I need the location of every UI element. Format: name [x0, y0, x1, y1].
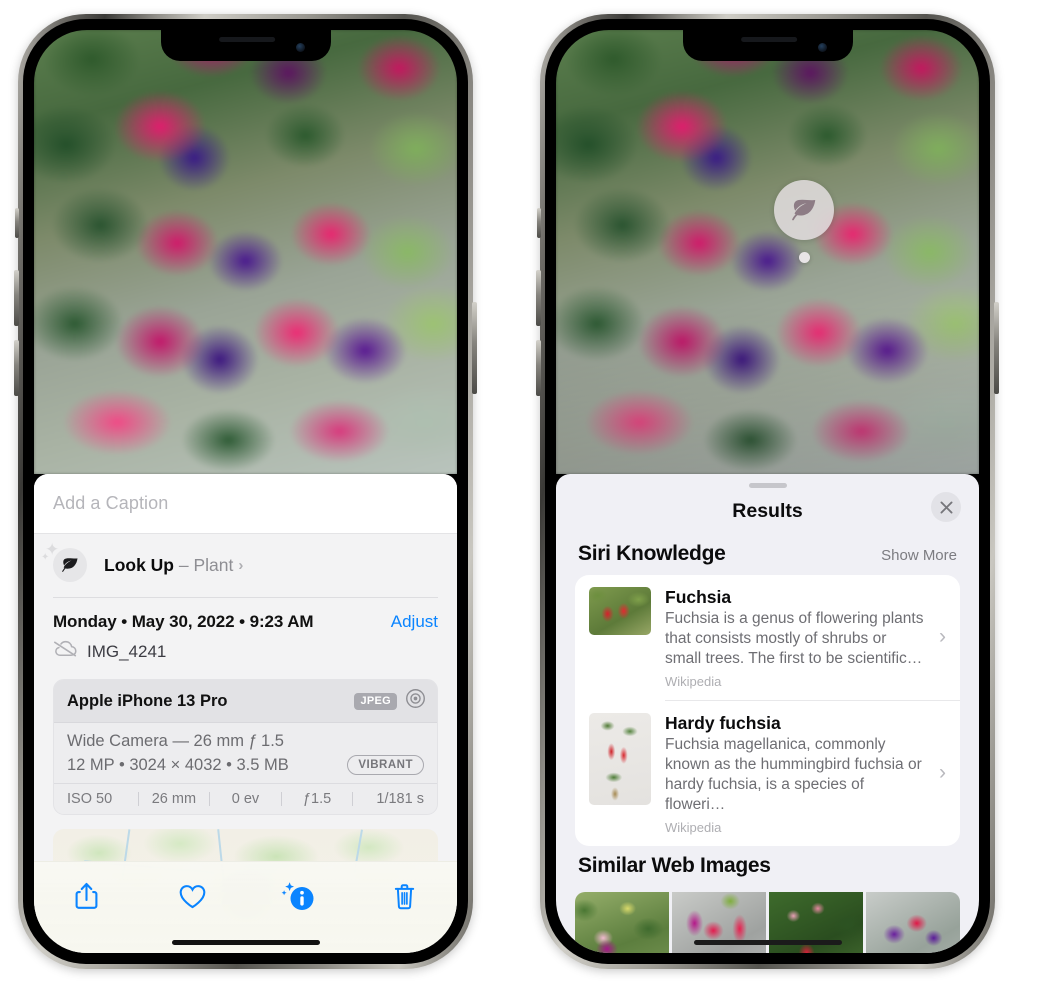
siri-knowledge-card: Fuchsia Fuchsia is a genus of flowering …: [575, 575, 960, 846]
file-name: IMG_4241: [87, 641, 167, 661]
siri-knowledge-header: Siri Knowledge Show More: [556, 534, 979, 575]
knowledge-thumbnail: [589, 587, 651, 635]
screenshot-stage: Add a Caption ✦ ✦ Look Up – Plant › Mond…: [0, 0, 1055, 985]
exif-aperture: ƒ1.5: [302, 791, 332, 807]
knowledge-source: Wikipedia: [665, 673, 722, 689]
look-up-title: Look Up: [104, 554, 174, 575]
knowledge-item[interactable]: Fuchsia Fuchsia is a genus of flowering …: [575, 575, 960, 700]
front-camera-icon: [817, 43, 827, 52]
chevron-right-icon: ›: [939, 761, 946, 785]
screen-right: Results Siri Knowledge Show More Fuchsia…: [556, 30, 979, 953]
info-button[interactable]: [272, 876, 324, 916]
volume-down-button[interactable]: [14, 340, 19, 396]
photo-viewer[interactable]: [556, 30, 979, 474]
front-camera-icon: [295, 43, 305, 52]
chevron-right-icon: ›: [238, 556, 244, 574]
screen-left: Add a Caption ✦ ✦ Look Up – Plant › Mond…: [34, 30, 457, 953]
exif-iso: ISO 50: [67, 791, 113, 807]
lens-info: Wide Camera — 26 mm ƒ 1.5: [67, 732, 284, 750]
knowledge-thumbnail: [589, 712, 651, 805]
share-button[interactable]: [61, 876, 113, 916]
knowledge-title: Hardy fuchsia: [665, 712, 781, 733]
exif-exposure-bias: 0 ev: [231, 791, 260, 807]
volume-up-button[interactable]: [14, 270, 19, 326]
siri-knowledge-title: Siri Knowledge: [578, 542, 726, 565]
web-image-thumbnail[interactable]: [575, 891, 669, 953]
web-image-thumbnail[interactable]: [866, 891, 960, 953]
exif-focal-length: 26 mm: [151, 791, 197, 807]
leaf-icon: ✦ ✦: [41, 541, 87, 582]
knowledge-description: Fuchsia is a genus of flowering plants t…: [665, 610, 924, 667]
exif-stats-row: ISO 50 26 mm 0 ev ƒ1.5 1/181 s: [54, 783, 437, 814]
iphone-left: Add a Caption ✦ ✦ Look Up – Plant › Mond…: [14, 14, 477, 969]
visual-look-up-badge[interactable]: [774, 180, 834, 240]
cloud-slash-icon: [53, 640, 78, 663]
volume-up-button[interactable]: [536, 270, 541, 326]
device-bezel: Results Siri Knowledge Show More Fuchsia…: [545, 19, 990, 964]
notch: [682, 30, 853, 61]
favorite-button[interactable]: [167, 876, 219, 916]
power-button[interactable]: [472, 302, 477, 394]
power-button[interactable]: [994, 302, 999, 394]
home-indicator[interactable]: [171, 940, 320, 945]
look-up-subject: Plant: [193, 554, 234, 575]
earpiece-speaker: [218, 37, 275, 42]
show-more-button[interactable]: Show More: [881, 547, 957, 564]
similar-web-images-title: Similar Web Images: [578, 853, 771, 877]
results-header: Results: [556, 488, 979, 534]
photographic-style-badge: VIBRANT: [347, 755, 424, 775]
exif-shutter-speed: 1/181 s: [376, 791, 424, 807]
photo-info-sheet: Add a Caption ✦ ✦ Look Up – Plant › Mond…: [34, 474, 457, 953]
chevron-right-icon: ›: [939, 625, 946, 649]
look-up-row[interactable]: ✦ ✦ Look Up – Plant ›: [34, 534, 457, 597]
mute-switch[interactable]: [15, 208, 19, 238]
results-sheet: Results Siri Knowledge Show More Fuchsia…: [556, 474, 979, 953]
look-up-dash: –: [174, 554, 194, 575]
delete-button[interactable]: [378, 876, 430, 916]
close-button[interactable]: [931, 492, 961, 522]
format-badge: JPEG: [354, 692, 397, 710]
look-up-label: Look Up – Plant: [104, 555, 233, 576]
earpiece-speaker: [740, 37, 797, 42]
photo-dim-overlay: [556, 30, 979, 474]
notch: [160, 30, 331, 61]
volume-down-button[interactable]: [536, 340, 541, 396]
sparkle-small-icon: ✦: [41, 552, 50, 563]
adjust-button[interactable]: Adjust: [391, 612, 438, 632]
similar-web-images-header: Similar Web Images: [556, 846, 979, 887]
exif-body: Wide Camera — 26 mm ƒ 1.5 12 MP • 3024 ×…: [54, 723, 437, 783]
photo-viewer[interactable]: [34, 30, 457, 474]
knowledge-item[interactable]: Hardy fuchsia Fuchsia magellanica, commo…: [575, 701, 960, 846]
resolution-info: 12 MP • 3024 × 4032 • 3.5 MB: [67, 755, 289, 774]
iphone-right: Results Siri Knowledge Show More Fuchsia…: [536, 14, 999, 969]
knowledge-title: Fuchsia: [665, 587, 732, 607]
results-title: Results: [732, 499, 803, 522]
home-indicator[interactable]: [693, 940, 842, 945]
caption-row[interactable]: Add a Caption: [34, 474, 457, 534]
exif-header: Apple iPhone 13 Pro JPEG: [54, 680, 437, 723]
photo-metadata: Monday • May 30, 2022 • 9:23 AM Adjust I…: [34, 598, 457, 674]
exif-card[interactable]: Apple iPhone 13 Pro JPEG Wide Camera — 2…: [53, 679, 438, 815]
knowledge-source: Wikipedia: [665, 819, 722, 835]
knowledge-description: Fuchsia magellanica, commonly known as t…: [665, 735, 922, 813]
aperture-icon: [405, 688, 426, 714]
capture-date: Monday • May 30, 2022 • 9:23 AM: [53, 612, 314, 631]
visual-look-up-dot: [799, 252, 810, 263]
device-bezel: Add a Caption ✦ ✦ Look Up – Plant › Mond…: [23, 19, 468, 964]
camera-device-name: Apple iPhone 13 Pro: [67, 691, 228, 710]
fuchsia-photo: [34, 30, 457, 474]
mute-switch[interactable]: [537, 208, 541, 238]
caption-input[interactable]: Add a Caption: [53, 493, 168, 514]
